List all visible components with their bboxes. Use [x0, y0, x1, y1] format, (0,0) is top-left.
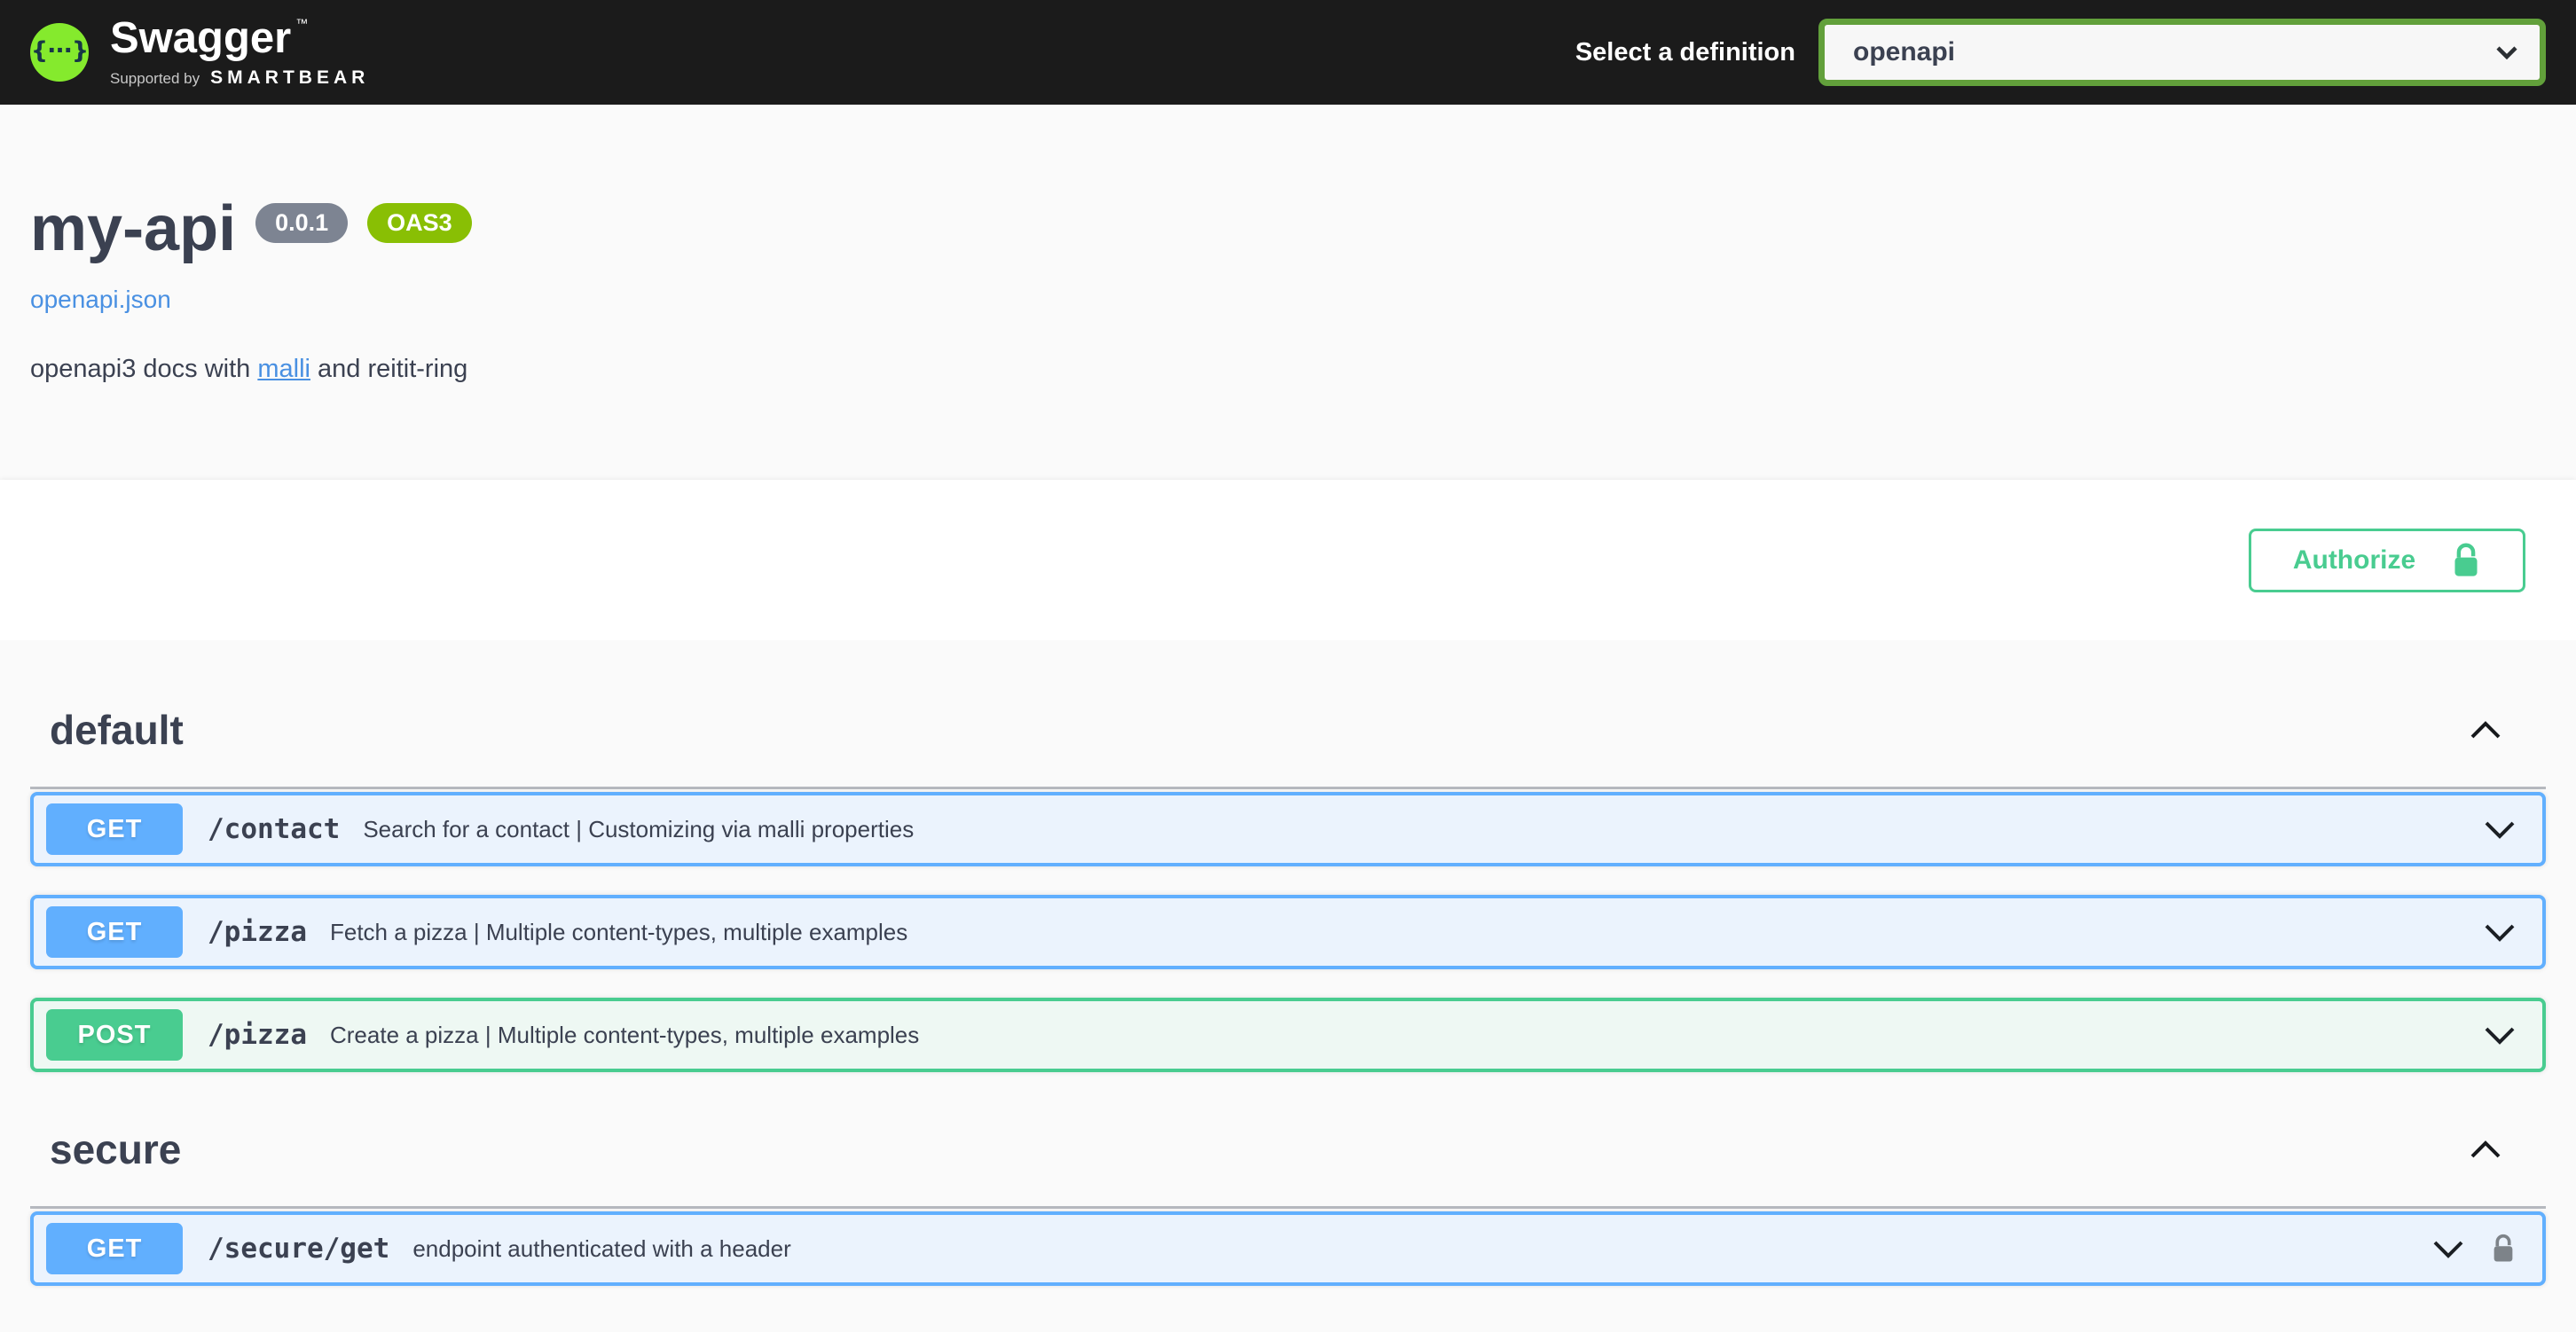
operation-path: /contact — [208, 813, 340, 845]
chevron-up-icon[interactable] — [2470, 721, 2501, 740]
operation-summary: Fetch a pizza | Multiple content-types, … — [330, 919, 907, 946]
operation-row-post-pizza[interactable]: POST /pizza Create a pizza | Multiple co… — [30, 998, 2546, 1072]
supported-by-line: Supported by SMARTBEAR — [110, 67, 369, 89]
authorize-button[interactable]: Authorize — [2249, 529, 2525, 592]
operation-row-get-contact[interactable]: GET /contact Search for a contact | Cust… — [30, 792, 2546, 866]
smartbear-label: SMARTBEAR — [210, 67, 369, 89]
method-badge: POST — [46, 1009, 183, 1061]
page-title: my-api — [30, 194, 236, 264]
tag-title: secure — [50, 1125, 181, 1174]
operation-row-get-pizza[interactable]: GET /pizza Fetch a pizza | Multiple cont… — [30, 895, 2546, 969]
method-badge: GET — [46, 803, 183, 855]
logo-text: Swagger™ Supported by SMARTBEAR — [110, 17, 369, 89]
api-title-row: my-api 0.0.1 OAS3 — [30, 194, 2546, 264]
scheme-container: Authorize — [0, 480, 2576, 640]
operation-summary: Search for a contact | Customizing via m… — [363, 816, 914, 843]
topbar: {···} Swagger™ Supported by SMARTBEAR Se… — [0, 0, 2576, 105]
chevron-down-icon[interactable] — [2484, 1026, 2516, 1045]
brand-name: Swagger™ — [110, 17, 369, 60]
operation-path: /pizza — [208, 1019, 307, 1051]
api-description: openapi3 docs with malli and reitit-ring — [30, 355, 2546, 384]
definition-select[interactable]: openapi — [1818, 19, 2546, 86]
description-text: openapi3 docs with — [30, 355, 257, 383]
supported-by-label: Supported by — [110, 70, 200, 88]
tag-header-default[interactable]: default — [30, 640, 2546, 789]
operation-summary: endpoint authenticated with a header — [412, 1235, 790, 1263]
chevron-down-icon — [2495, 45, 2518, 59]
operation-row-get-secure-get[interactable]: GET /secure/get endpoint authenticated w… — [30, 1211, 2546, 1286]
operations-area: default GET /contact Search for a contac… — [0, 640, 2576, 1286]
tag-title: default — [50, 706, 184, 755]
select-definition-label: Select a definition — [1575, 38, 1795, 67]
info-section: my-api 0.0.1 OAS3 openapi.json openapi3 … — [0, 105, 2576, 480]
chevron-down-icon[interactable] — [2484, 923, 2516, 942]
auth-unlock-icon[interactable] — [2491, 1232, 2516, 1265]
operation-path: /secure/get — [208, 1233, 389, 1265]
logo-braces: {···} — [31, 37, 88, 65]
malli-link[interactable]: malli — [257, 355, 310, 383]
operation-path: /pizza — [208, 916, 307, 948]
operation-summary: Create a pizza | Multiple content-types,… — [330, 1022, 919, 1049]
tag-section-secure: secure GET /secure/get endpoint authenti… — [30, 1101, 2546, 1286]
authorize-label: Authorize — [2293, 545, 2415, 576]
swagger-logo-icon: {···} — [30, 23, 89, 82]
tag-section-default: default GET /contact Search for a contac… — [30, 640, 2546, 1072]
spec-url-link[interactable]: openapi.json — [30, 286, 171, 314]
oas-badge: OAS3 — [367, 203, 472, 243]
version-badge: 0.0.1 — [255, 203, 348, 243]
trademark-symbol: ™ — [295, 16, 308, 30]
method-badge: GET — [46, 1223, 183, 1274]
definition-select-value: openapi — [1853, 37, 2495, 67]
unlock-icon — [2451, 541, 2481, 580]
description-text-suffix: and reitit-ring — [310, 355, 467, 383]
tag-header-secure[interactable]: secure — [30, 1101, 2546, 1209]
swagger-logo-link[interactable]: {···} Swagger™ Supported by SMARTBEAR — [30, 17, 369, 89]
chevron-down-icon[interactable] — [2432, 1240, 2464, 1258]
method-badge: GET — [46, 906, 183, 958]
chevron-down-icon[interactable] — [2484, 820, 2516, 839]
chevron-up-icon[interactable] — [2470, 1140, 2501, 1159]
